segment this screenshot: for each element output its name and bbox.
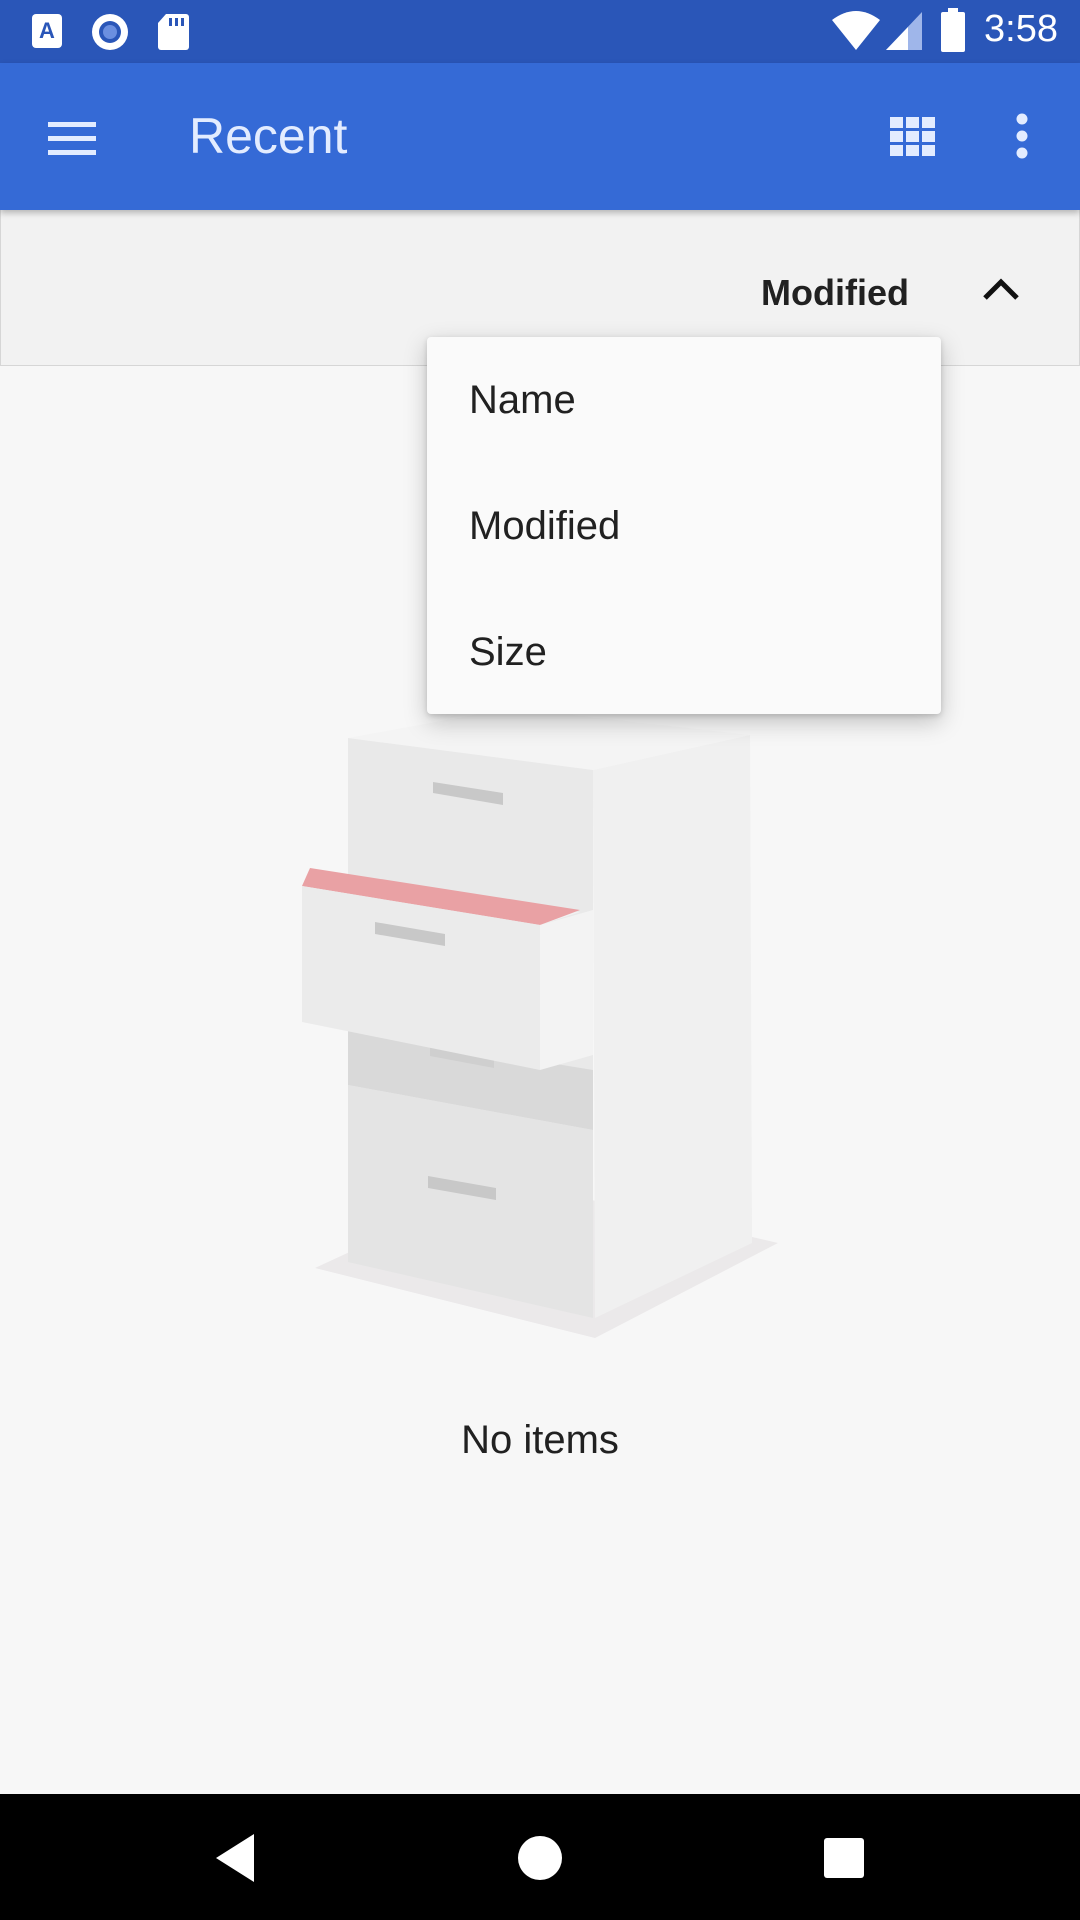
home-button[interactable] [504, 1822, 576, 1894]
sort-option-name[interactable]: Name [427, 337, 941, 463]
sd-card-icon [158, 14, 189, 50]
sort-option-size[interactable]: Size [427, 589, 941, 715]
app-bar: Recent [0, 63, 1080, 210]
status-time: 3:58 [984, 8, 1058, 50]
chevron-up-icon [983, 278, 1019, 300]
back-icon [216, 1834, 254, 1882]
menu-icon [48, 122, 96, 155]
sort-menu: Name Modified Size [427, 337, 941, 714]
sort-direction-button[interactable] [971, 260, 1031, 320]
battery-icon [941, 8, 965, 52]
page-title: Recent [189, 108, 348, 164]
status-bar: A 3:58 [0, 0, 1080, 63]
empty-state-message: No items [461, 1418, 619, 1462]
record-icon [92, 14, 128, 50]
more-options-button[interactable] [990, 101, 1054, 173]
wifi-icon [832, 11, 880, 50]
back-button[interactable] [200, 1822, 272, 1894]
file-cabinet-illustration [302, 708, 778, 1338]
menu-button[interactable] [30, 103, 116, 173]
sort-field-button[interactable]: Modified [761, 272, 909, 314]
recents-icon [824, 1838, 864, 1878]
grid-view-icon [890, 117, 935, 156]
navigation-bar [0, 1794, 1080, 1920]
more-vert-icon [1016, 113, 1028, 159]
recents-button[interactable] [808, 1822, 880, 1894]
svg-text:A: A [39, 18, 55, 43]
home-icon [518, 1836, 562, 1880]
grid-view-button[interactable] [870, 101, 954, 173]
sort-option-modified[interactable]: Modified [427, 463, 941, 589]
signal-icon [886, 12, 922, 50]
text-a-icon: A [32, 14, 62, 48]
